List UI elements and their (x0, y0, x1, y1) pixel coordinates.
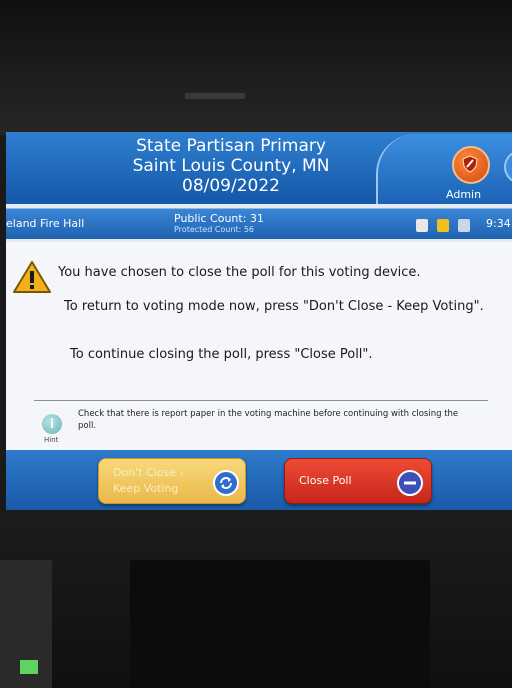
status-led (20, 660, 38, 674)
public-count: Public Count: 31 (174, 212, 264, 225)
polling-location: eland Fire Hall (6, 217, 85, 230)
dont-close-button[interactable]: Don't Close - Keep Voting (98, 458, 246, 504)
hint-text: Check that there is report paper in the … (78, 409, 459, 431)
close-poll-dialog: You have chosen to close the poll for th… (6, 242, 512, 450)
warning-icon (12, 260, 52, 298)
device-stand (130, 560, 430, 688)
battery-icon (437, 219, 450, 232)
hint-icon[interactable]: i (42, 414, 62, 434)
dont-close-label-line1: Don't Close - (113, 466, 184, 479)
bezel-slot (185, 93, 245, 99)
close-poll-message: You have chosen to close the poll for th… (58, 265, 421, 280)
printer-icon (416, 219, 428, 232)
dont-close-label: Don't Close - Keep Voting (113, 465, 203, 497)
return-instruction: To return to voting mode now, press "Don… (64, 299, 484, 314)
admin-tab[interactable] (376, 134, 512, 204)
election-header: State Partisan Primary Saint Louis Count… (6, 132, 512, 204)
button-bar: Don't Close - Keep Voting Close Poll (6, 450, 512, 510)
voting-screen: State Partisan Primary Saint Louis Count… (6, 132, 512, 510)
close-poll-button[interactable]: Close Poll (284, 458, 432, 504)
close-poll-icon (397, 470, 423, 496)
status-icons (416, 217, 474, 236)
shield-icon[interactable] (452, 146, 490, 184)
clock: 9:34 (486, 217, 511, 230)
network-icon (458, 219, 471, 232)
dont-close-label-line2: Keep Voting (113, 482, 179, 495)
continue-instruction: To continue closing the poll, press "Clo… (70, 347, 373, 362)
hint-label: Hint (44, 436, 59, 444)
status-bar: eland Fire Hall Public Count: 31 Protect… (6, 208, 512, 239)
admin-label[interactable]: Admin (446, 188, 481, 201)
protected-count: Protected Count: 56 (174, 225, 255, 234)
return-icon (213, 470, 239, 496)
device-bezel-top (0, 0, 512, 135)
close-poll-label: Close Poll (299, 474, 352, 487)
divider (34, 400, 488, 401)
